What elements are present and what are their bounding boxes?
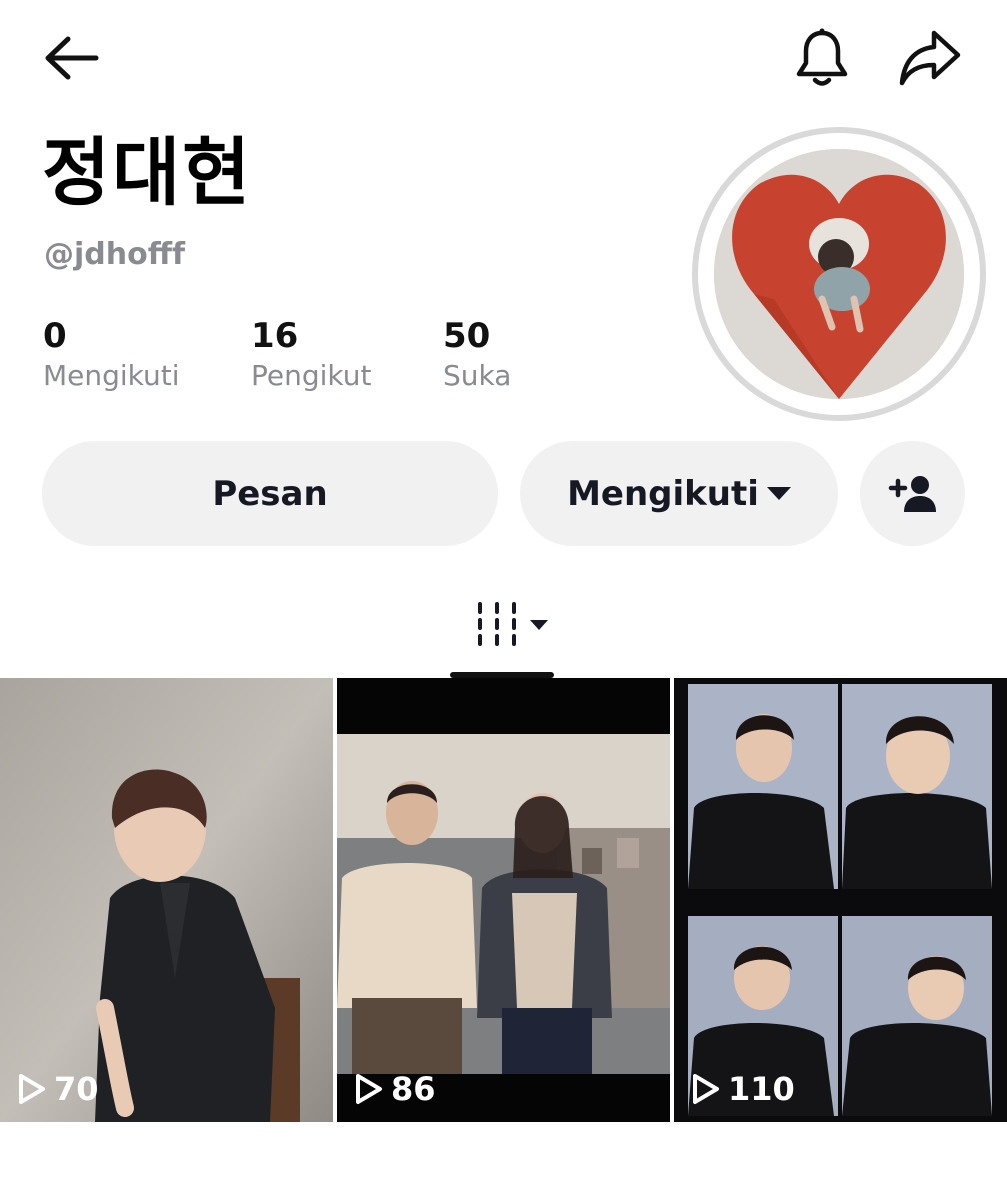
avatar-ring[interactable] xyxy=(692,127,986,421)
video-thumbnail-image xyxy=(337,678,670,1122)
video-thumbnail-1[interactable]: 70 xyxy=(0,678,333,1122)
followers-count: 16 xyxy=(251,316,299,356)
play-icon xyxy=(693,1074,719,1104)
tab-videos-grid[interactable] xyxy=(450,590,554,678)
share-icon xyxy=(899,30,961,86)
bell-icon xyxy=(796,28,848,86)
following-dropdown-button[interactable]: Mengikuti xyxy=(520,441,838,546)
view-count-text: 70 xyxy=(54,1070,99,1108)
share-button[interactable] xyxy=(893,24,967,92)
following-stat[interactable]: 0 Mengikuti xyxy=(43,316,180,393)
profile-display-name: 정대현 xyxy=(42,130,253,216)
message-button-label: Pesan xyxy=(212,473,328,514)
add-friend-button[interactable] xyxy=(860,441,965,546)
following-count: 0 xyxy=(43,316,67,356)
view-count-text: 110 xyxy=(728,1070,795,1108)
caret-down-icon xyxy=(766,487,791,500)
likes-stat[interactable]: 50 Suka xyxy=(443,316,512,393)
video-grid: 70 86 110 xyxy=(0,678,1007,1122)
message-button[interactable]: Pesan xyxy=(42,441,498,546)
video-thumbnail-image xyxy=(674,678,1007,1122)
play-icon xyxy=(356,1074,382,1104)
likes-label: Suka xyxy=(443,359,512,393)
play-icon xyxy=(19,1074,45,1104)
view-count: 110 xyxy=(692,1070,795,1108)
view-count: 70 xyxy=(18,1070,99,1108)
followers-label: Pengikut xyxy=(251,359,372,393)
back-button[interactable] xyxy=(36,28,106,88)
following-label: Mengikuti xyxy=(43,359,180,393)
likes-count: 50 xyxy=(443,316,491,356)
video-thumbnail-3[interactable]: 110 xyxy=(674,678,1007,1122)
view-count-text: 86 xyxy=(391,1070,436,1108)
avatar-image xyxy=(714,149,964,399)
video-thumbnail-image xyxy=(0,678,333,1122)
followers-stat[interactable]: 16 Pengikut xyxy=(251,316,372,393)
back-arrow-icon xyxy=(45,36,99,80)
top-bar xyxy=(0,0,1007,120)
notification-bell-button[interactable] xyxy=(788,24,856,92)
content-tabs xyxy=(0,590,1007,678)
avatar xyxy=(714,149,964,399)
grid-icon xyxy=(478,602,548,646)
video-thumbnail-2[interactable]: 86 xyxy=(337,678,670,1122)
profile-username: @jdhofff xyxy=(44,237,186,272)
add-user-icon xyxy=(888,475,936,512)
view-count: 86 xyxy=(355,1070,436,1108)
following-button-label: Mengikuti xyxy=(567,473,759,514)
